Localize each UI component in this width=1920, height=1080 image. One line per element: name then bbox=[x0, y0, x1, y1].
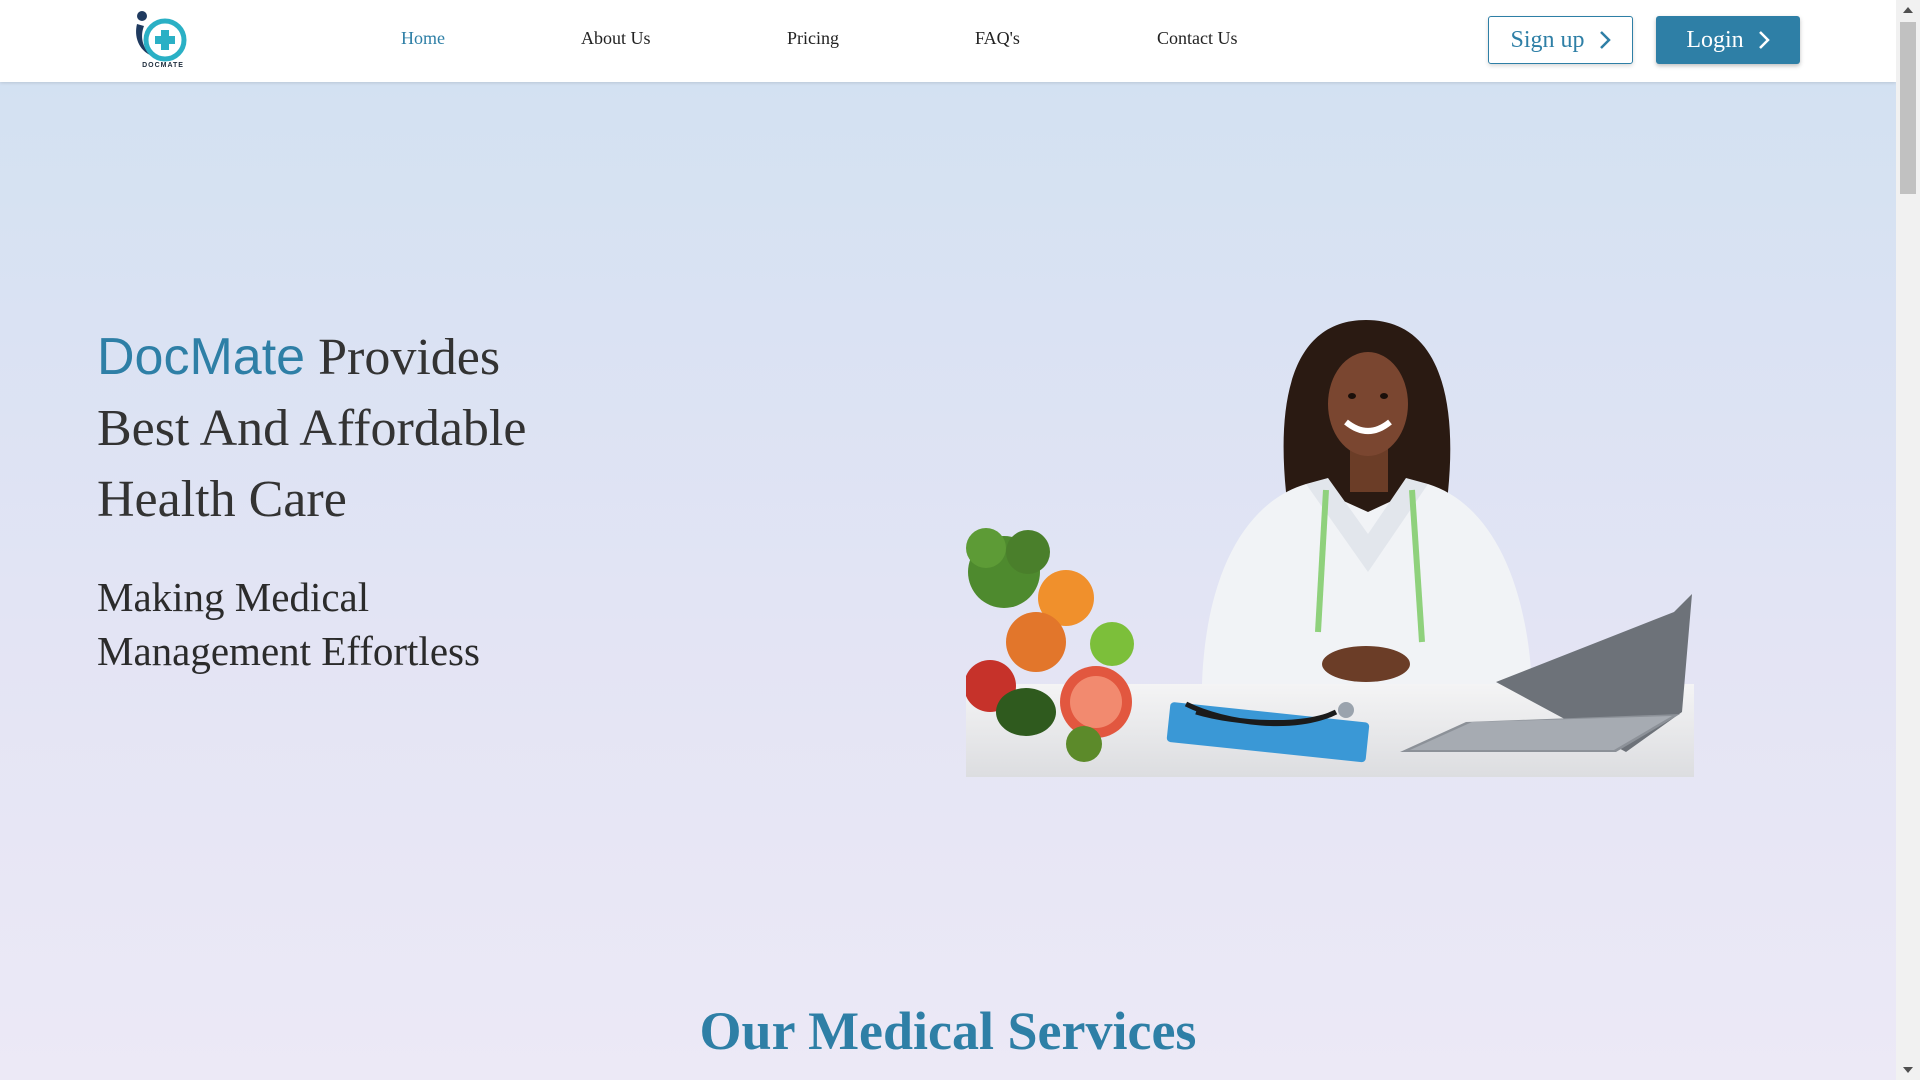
signup-button-label: Sign up bbox=[1510, 26, 1585, 53]
hero-subtitle-line1: Making Medical bbox=[97, 574, 370, 620]
hero-title-brand: DocMate bbox=[97, 328, 306, 386]
hero-subtitle: Making Medical Management Effortless bbox=[97, 570, 557, 678]
site-header: DOCMATE Home About Us Pricing FAQ's Cont… bbox=[0, 0, 1896, 82]
login-button-label: Login bbox=[1686, 26, 1744, 53]
nav-home[interactable]: Home bbox=[401, 28, 445, 49]
chevron-right-icon bbox=[1758, 30, 1770, 50]
hero-title-line3: Health Care bbox=[97, 471, 347, 528]
nav-about-us[interactable]: About Us bbox=[581, 28, 651, 49]
docmate-logo[interactable]: DOCMATE bbox=[132, 10, 194, 72]
hero-title: DocMate Provides Best And Affordable Hea… bbox=[97, 322, 657, 535]
logo-text: DOCMATE bbox=[142, 62, 184, 69]
hero-title-line2: Best And Affordable bbox=[97, 400, 527, 457]
hero-title-line1: Provides bbox=[305, 329, 501, 386]
hero-doctor-image bbox=[966, 312, 1694, 777]
doctor-illustration bbox=[966, 320, 1694, 777]
section-title-medical-services: Our Medical Services bbox=[699, 1001, 1197, 1061]
login-button[interactable]: Login bbox=[1656, 16, 1800, 64]
docmate-logo-icon bbox=[136, 11, 187, 62]
nav-faqs[interactable]: FAQ's bbox=[975, 28, 1020, 49]
hero-subtitle-line2: Management Effortless bbox=[97, 628, 480, 674]
signup-button[interactable]: Sign up bbox=[1488, 16, 1633, 64]
chevron-right-icon bbox=[1599, 30, 1611, 50]
scroll-down-icon[interactable] bbox=[1896, 1060, 1920, 1080]
nav-contact-us[interactable]: Contact Us bbox=[1157, 28, 1238, 49]
scroll-up-icon[interactable] bbox=[1896, 0, 1920, 20]
vertical-scrollbar[interactable] bbox=[1896, 0, 1920, 1080]
nav-pricing[interactable]: Pricing bbox=[787, 28, 839, 49]
scrollbar-thumb[interactable] bbox=[1900, 22, 1916, 194]
hero-section: DocMate Provides Best And Affordable Hea… bbox=[0, 82, 1896, 1080]
